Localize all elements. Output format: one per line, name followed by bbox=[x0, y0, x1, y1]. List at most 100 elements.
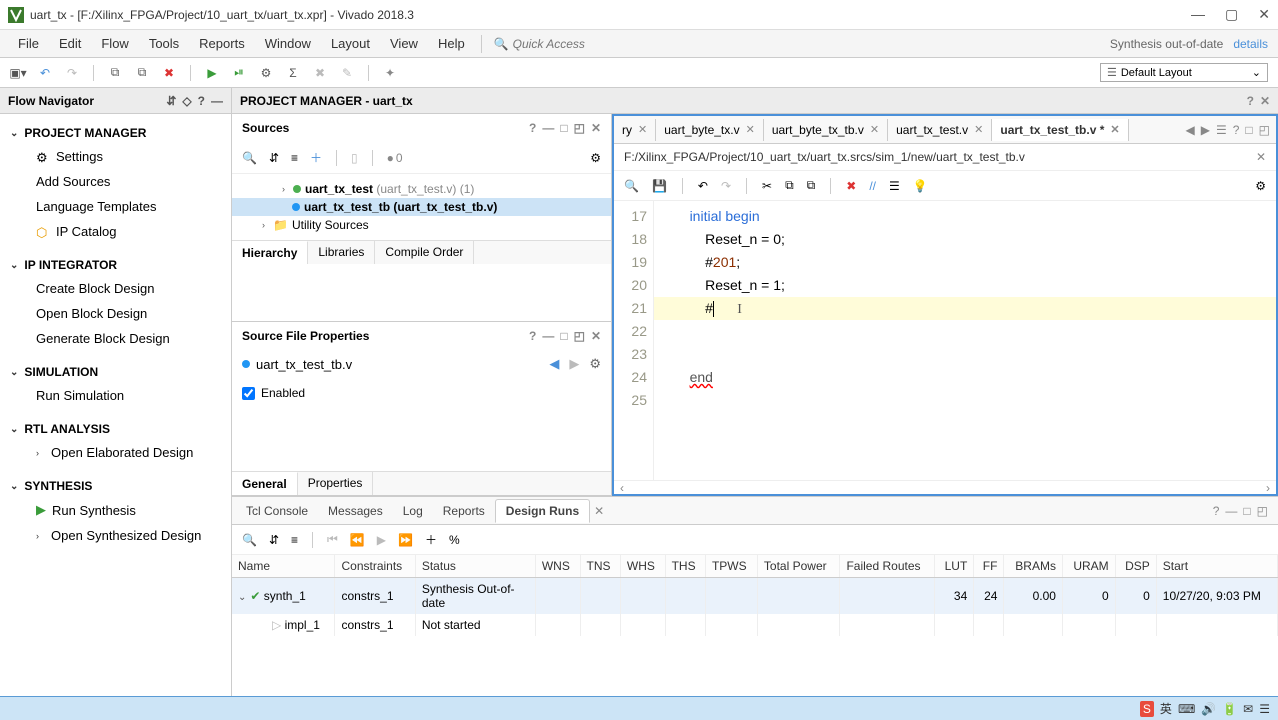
editor-tab[interactable]: ry✕ bbox=[614, 119, 656, 141]
max-icon[interactable]: □ bbox=[560, 121, 567, 135]
next-tab-icon[interactable]: ▶ bbox=[1201, 123, 1210, 137]
editor-tab[interactable]: uart_tx_test.v✕ bbox=[888, 119, 992, 141]
section-ip-integrator[interactable]: ⌄IP INTEGRATOR bbox=[0, 254, 231, 276]
lang-icon[interactable]: 英 bbox=[1160, 700, 1172, 717]
redo-icon[interactable]: ↷ bbox=[64, 65, 80, 81]
min-icon[interactable]: — bbox=[542, 329, 554, 343]
nav-language-templates[interactable]: Language Templates bbox=[28, 194, 231, 219]
close-icon[interactable]: ✕ bbox=[1110, 123, 1119, 136]
section-synthesis[interactable]: ⌄SYNTHESIS bbox=[0, 475, 231, 497]
nav-run-synthesis[interactable]: ▶Run Synthesis bbox=[28, 497, 231, 523]
tray-icon[interactable]: 🔋 bbox=[1222, 702, 1237, 716]
paste-icon[interactable]: ⧉ bbox=[134, 65, 150, 81]
section-simulation[interactable]: ⌄SIMULATION bbox=[0, 361, 231, 383]
tab-general[interactable]: General bbox=[232, 472, 298, 495]
col-start[interactable]: Start bbox=[1156, 555, 1277, 578]
scroll-right-icon[interactable]: › bbox=[1266, 481, 1270, 495]
help-icon[interactable]: ? bbox=[1233, 123, 1240, 137]
expand-icon[interactable]: ≡ bbox=[291, 151, 298, 165]
col-lut[interactable]: LUT bbox=[935, 555, 974, 578]
cut-icon[interactable]: ✂ bbox=[762, 179, 772, 193]
chevron-icon[interactable]: › bbox=[282, 184, 285, 194]
min-icon[interactable]: — bbox=[1225, 504, 1237, 518]
tab-messages[interactable]: Messages bbox=[318, 500, 393, 522]
close-button[interactable]: ✕ bbox=[1258, 6, 1270, 23]
first-icon[interactable]: ⏮ bbox=[327, 532, 338, 547]
close-icon[interactable]: ✕ bbox=[974, 123, 983, 136]
maximize-button[interactable]: ▢ bbox=[1225, 6, 1238, 23]
gear-icon[interactable]: ⚙ bbox=[590, 151, 601, 165]
chevron-icon[interactable]: › bbox=[262, 220, 265, 230]
tool-icon[interactable]: ✎ bbox=[339, 65, 355, 81]
percent-icon[interactable]: % bbox=[449, 533, 460, 547]
sigma-icon[interactable]: Σ bbox=[285, 65, 301, 81]
run-icon[interactable]: ▶ bbox=[204, 65, 220, 81]
code-line[interactable]: end bbox=[654, 366, 1276, 389]
cancel-gray-icon[interactable]: ✖ bbox=[312, 65, 328, 81]
code-line[interactable]: Reset_n = 1; bbox=[654, 274, 1276, 297]
editor-tab-active[interactable]: uart_tx_test_tb.v *✕ bbox=[992, 119, 1128, 141]
close-icon[interactable]: ✕ bbox=[870, 123, 879, 136]
nav-open-synthesized[interactable]: ›Open Synthesized Design bbox=[28, 523, 231, 548]
search-icon[interactable]: 🔍 bbox=[242, 151, 257, 165]
nav-run-simulation[interactable]: Run Simulation bbox=[28, 383, 231, 408]
tray-icon[interactable]: ☰ bbox=[1259, 702, 1270, 716]
close-icon[interactable]: ✕ bbox=[594, 504, 604, 518]
step-icon[interactable]: ⏯ bbox=[231, 65, 247, 81]
menu-edit[interactable]: Edit bbox=[51, 33, 89, 54]
section-project-manager[interactable]: ⌄PROJECT MANAGER bbox=[0, 122, 231, 144]
collapse-icon[interactable]: ⇵ bbox=[269, 533, 279, 547]
enabled-checkbox[interactable] bbox=[242, 387, 255, 400]
code-line[interactable] bbox=[654, 343, 1276, 366]
editor-tab[interactable]: uart_byte_tx_tb.v✕ bbox=[764, 119, 888, 141]
col-ths[interactable]: THS bbox=[665, 555, 705, 578]
scroll-left-icon[interactable]: ‹ bbox=[620, 481, 624, 495]
pop-icon[interactable]: ◰ bbox=[574, 121, 585, 135]
tree-item[interactable]: › 📁 Utility Sources bbox=[232, 216, 611, 234]
quick-access-input[interactable] bbox=[513, 37, 693, 51]
pop-icon[interactable]: ◰ bbox=[574, 329, 585, 343]
layout-selector[interactable]: ☰Default Layout ⌄ bbox=[1100, 63, 1268, 82]
details-link[interactable]: details bbox=[1233, 37, 1268, 51]
comment-icon[interactable]: // bbox=[869, 179, 876, 193]
close-icon[interactable]: ✕ bbox=[1256, 150, 1266, 164]
tree-item[interactable]: › uart_tx_test (uart_tx_test.v) (1) bbox=[232, 180, 611, 198]
file-icon[interactable]: ▯ bbox=[351, 151, 358, 165]
tab-compile-order[interactable]: Compile Order bbox=[375, 241, 474, 264]
prev-tab-icon[interactable]: ◀ bbox=[1185, 123, 1194, 137]
code-line-current[interactable]: # I bbox=[654, 297, 1276, 320]
menu-help[interactable]: Help bbox=[430, 33, 473, 54]
help-icon[interactable]: ? bbox=[1213, 504, 1220, 518]
fwd-icon[interactable]: ▶ bbox=[569, 356, 579, 372]
undo-icon[interactable]: ↶ bbox=[698, 179, 708, 193]
max-icon[interactable]: □ bbox=[1243, 504, 1250, 518]
gear-icon[interactable]: ⚙ bbox=[1255, 179, 1266, 193]
tab-tcl[interactable]: Tcl Console bbox=[236, 500, 318, 522]
min-icon[interactable]: — bbox=[542, 121, 554, 135]
menu-view[interactable]: View bbox=[382, 33, 426, 54]
code-line[interactable] bbox=[654, 320, 1276, 343]
menu-window[interactable]: Window bbox=[257, 33, 319, 54]
search-icon[interactable]: 🔍 bbox=[242, 533, 257, 547]
minimize-icon[interactable]: — bbox=[211, 94, 223, 108]
col-whs[interactable]: WHS bbox=[620, 555, 665, 578]
nav-open-block[interactable]: Open Block Design bbox=[28, 301, 231, 326]
table-row[interactable]: ⌄✔ synth_1 constrs_1 Synthesis Out-of-da… bbox=[232, 578, 1278, 615]
minimize-button[interactable]: — bbox=[1191, 6, 1205, 23]
add-icon[interactable]: ＋ bbox=[310, 149, 322, 166]
close-icon[interactable]: ✕ bbox=[638, 123, 647, 136]
code-line[interactable]: initial begin bbox=[654, 205, 1276, 228]
search-icon[interactable]: 🔍 bbox=[624, 179, 639, 193]
tab-libraries[interactable]: Libraries bbox=[308, 241, 375, 264]
tab-hierarchy[interactable]: Hierarchy bbox=[232, 241, 308, 264]
undo-icon[interactable]: ↶ bbox=[37, 65, 53, 81]
col-dsp[interactable]: DSP bbox=[1115, 555, 1156, 578]
nav-add-sources[interactable]: Add Sources bbox=[28, 169, 231, 194]
nav-open-elaborated[interactable]: ›Open Elaborated Design bbox=[28, 440, 231, 465]
nav-settings[interactable]: ⚙Settings bbox=[28, 144, 231, 169]
tray-icon[interactable]: 🔊 bbox=[1201, 702, 1216, 716]
max-icon[interactable]: □ bbox=[1245, 123, 1252, 137]
tray-icon[interactable]: ✉ bbox=[1243, 702, 1253, 716]
gear-icon[interactable]: ⚙ bbox=[258, 65, 274, 81]
col-tns[interactable]: TNS bbox=[580, 555, 620, 578]
